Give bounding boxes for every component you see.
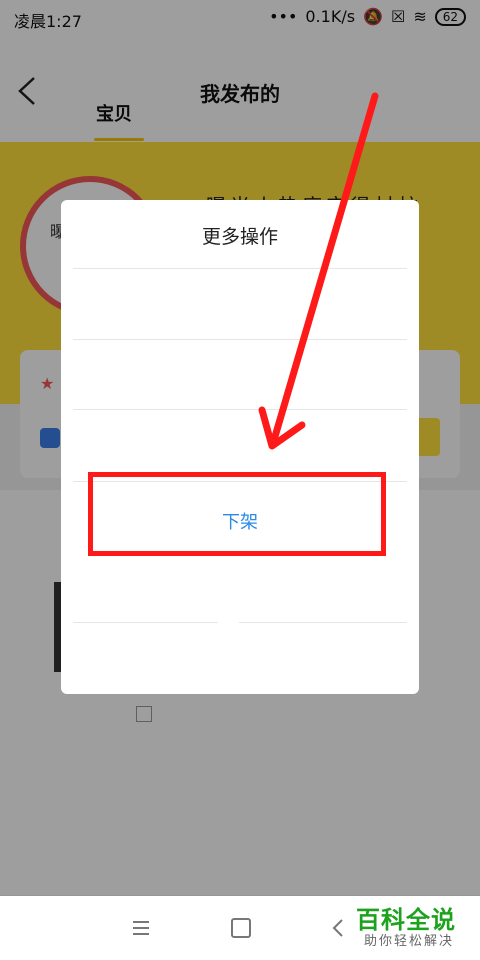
nav-back-icon[interactable] [332,918,344,938]
watermark-subtitle: 助你轻松解决 [364,934,455,949]
home-icon[interactable] [231,918,251,938]
menu-icon[interactable] [132,919,150,937]
annotation-arrow [258,92,379,450]
